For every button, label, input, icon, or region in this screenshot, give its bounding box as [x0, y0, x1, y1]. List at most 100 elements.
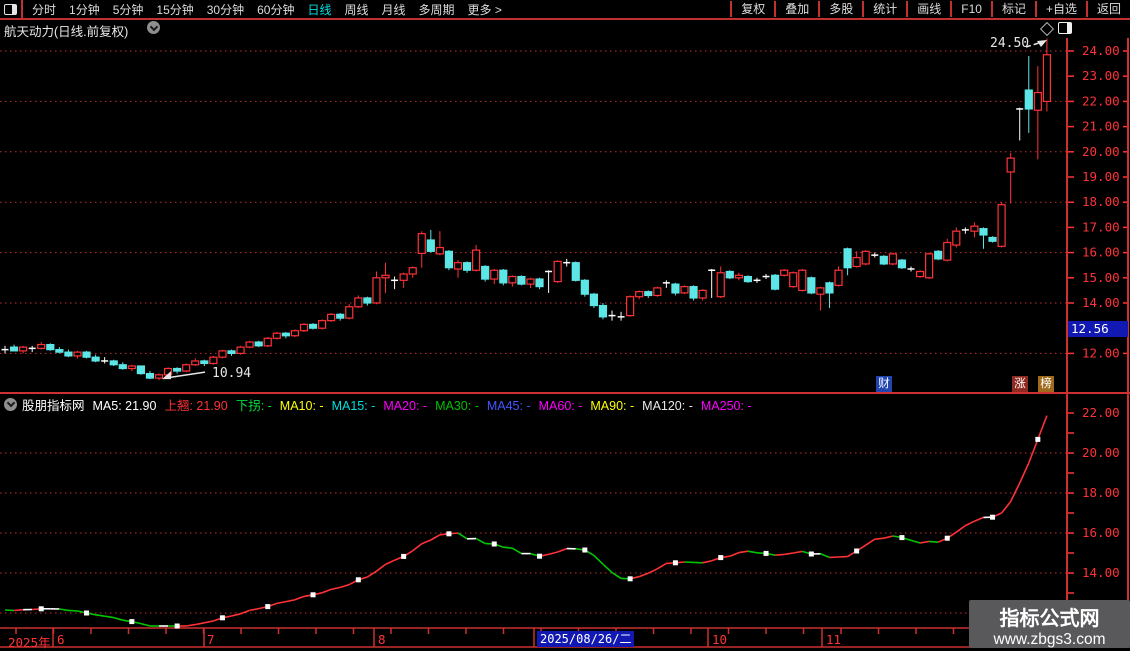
panel-toggle-icon[interactable]	[1058, 22, 1072, 34]
high-price-annotation: 24.50	[990, 36, 1029, 51]
candle-body	[1025, 90, 1032, 109]
candle-body	[926, 254, 933, 278]
indicator-item-1: 上翘: 21.90	[164, 399, 227, 413]
indicator-values: MA5: 21.90上翘: 21.90下拐: -MA10: -MA15: -MA…	[93, 395, 760, 414]
ma-line-segment	[703, 561, 712, 563]
action-item-5[interactable]: F10	[950, 1, 991, 17]
candle-body	[364, 298, 371, 303]
ma-marker	[356, 577, 361, 582]
chevron-down-icon[interactable]	[147, 21, 160, 34]
title-bar: 航天动力(日线.前复权)	[0, 20, 1130, 37]
ma-line-segment	[820, 554, 829, 558]
candle-body	[310, 324, 317, 328]
candle-body	[491, 270, 498, 279]
action-item-8[interactable]: 返回	[1086, 1, 1130, 17]
action-item-4[interactable]: 画线	[906, 1, 950, 17]
ma-line-segment	[322, 589, 331, 592]
x-axis-label-5: 10	[712, 632, 727, 647]
candle-body	[92, 357, 99, 361]
ma-line-segment	[920, 541, 929, 543]
menu-item-2[interactable]: 5分钟	[113, 1, 144, 18]
period-menu: 分时 1分钟 5分钟 15分钟 30分钟 60分钟日线周线月线多周期更多 >	[23, 1, 730, 18]
candle-body	[282, 333, 289, 336]
ma-marker	[809, 552, 814, 557]
ma-line-segment	[965, 521, 974, 525]
price-axis-label: 16.00	[1082, 245, 1120, 260]
candlestick-chart[interactable]: 24.0023.0022.0021.0020.0019.0018.0017.00…	[0, 38, 1130, 650]
x-axis-label-1: 6	[57, 632, 65, 647]
price-axis-label: 19.00	[1082, 169, 1120, 184]
low-price-annotation: 10.94	[212, 366, 251, 381]
ma-line-segment	[204, 621, 213, 623]
diamond-icon[interactable]	[1040, 22, 1054, 36]
candle-body	[717, 273, 724, 297]
menu-item-0[interactable]: 分时	[32, 1, 56, 18]
candle-body	[772, 275, 779, 289]
menu-item-5[interactable]: 60分钟	[257, 1, 294, 18]
indicator-item-3: MA10: -	[280, 399, 324, 413]
badge-rise[interactable]: 涨	[1012, 376, 1028, 392]
chevron-down-icon[interactable]	[4, 398, 17, 411]
candle-body	[137, 366, 144, 374]
ma-line-segment	[594, 555, 603, 564]
x-axis-label-3: 8	[378, 632, 386, 647]
ma-line-segment	[1020, 463, 1029, 483]
menu-item-4[interactable]: 30分钟	[207, 1, 244, 18]
indicator-item-11: MA250: -	[701, 399, 752, 413]
candle-body	[455, 263, 462, 269]
action-item-6[interactable]: 标记	[991, 1, 1035, 17]
ma-line-segment	[458, 533, 467, 539]
ma-line-segment	[331, 587, 340, 589]
ma-marker	[945, 536, 950, 541]
price-axis-label: 20.00	[1082, 144, 1120, 159]
menu-item-10[interactable]: 更多 >	[468, 1, 502, 18]
ma-line-segment	[875, 538, 884, 539]
action-item-2[interactable]: 多股	[818, 1, 862, 17]
candle-body	[581, 280, 588, 294]
candle-body	[291, 331, 298, 336]
watermark-url: www.zbgs3.com	[969, 631, 1130, 649]
candle-body	[627, 297, 634, 316]
candle-body	[228, 351, 235, 354]
candle-body	[255, 342, 262, 346]
menu-item-9[interactable]: 多周期	[419, 1, 455, 18]
page-title: 航天动力(日线.前复权)	[4, 21, 128, 40]
window-menu-button[interactable]	[0, 0, 23, 18]
candle-body	[726, 272, 733, 278]
action-item-7[interactable]: +自选	[1035, 1, 1086, 17]
action-item-3[interactable]: 统计	[862, 1, 906, 17]
menu-item-7[interactable]: 周线	[344, 1, 368, 18]
ma-line-segment	[793, 551, 802, 553]
menu-item-8[interactable]: 月线	[382, 1, 406, 18]
menu-item-6[interactable]: 日线	[307, 1, 331, 18]
ma-line-segment	[549, 552, 558, 554]
x-axis-label-2: 7	[207, 632, 215, 647]
ma-line-segment	[367, 571, 376, 577]
candle-body	[853, 258, 860, 267]
candle-body	[844, 249, 851, 268]
window-icon	[4, 4, 17, 15]
menu-item-1[interactable]: 1分钟	[69, 1, 100, 18]
ma-line-segment	[422, 540, 431, 544]
action-item-0[interactable]: 复权	[730, 1, 774, 17]
candle-body	[74, 352, 81, 356]
indicator-item-8: MA60: -	[539, 399, 583, 413]
ma-marker	[899, 535, 904, 540]
candle-body	[119, 365, 126, 369]
candle-body	[953, 231, 960, 245]
price-axis-label: 23.00	[1082, 68, 1120, 83]
indicator-item-5: MA20: -	[383, 399, 427, 413]
ma-marker	[537, 554, 542, 559]
candle-body	[83, 352, 90, 357]
menu-item-3[interactable]: 15分钟	[156, 1, 193, 18]
candle-body	[183, 365, 190, 371]
price-axis-label: 17.00	[1082, 219, 1120, 234]
ma-marker	[39, 606, 44, 611]
action-item-1[interactable]: 叠加	[774, 1, 818, 17]
candle-body	[328, 314, 335, 320]
candle-body	[781, 270, 788, 275]
badge-finance[interactable]: 财	[876, 376, 892, 392]
ma-line-segment	[250, 609, 259, 611]
candle-body	[799, 270, 806, 290]
badge-rank[interactable]: 榜	[1038, 376, 1054, 392]
